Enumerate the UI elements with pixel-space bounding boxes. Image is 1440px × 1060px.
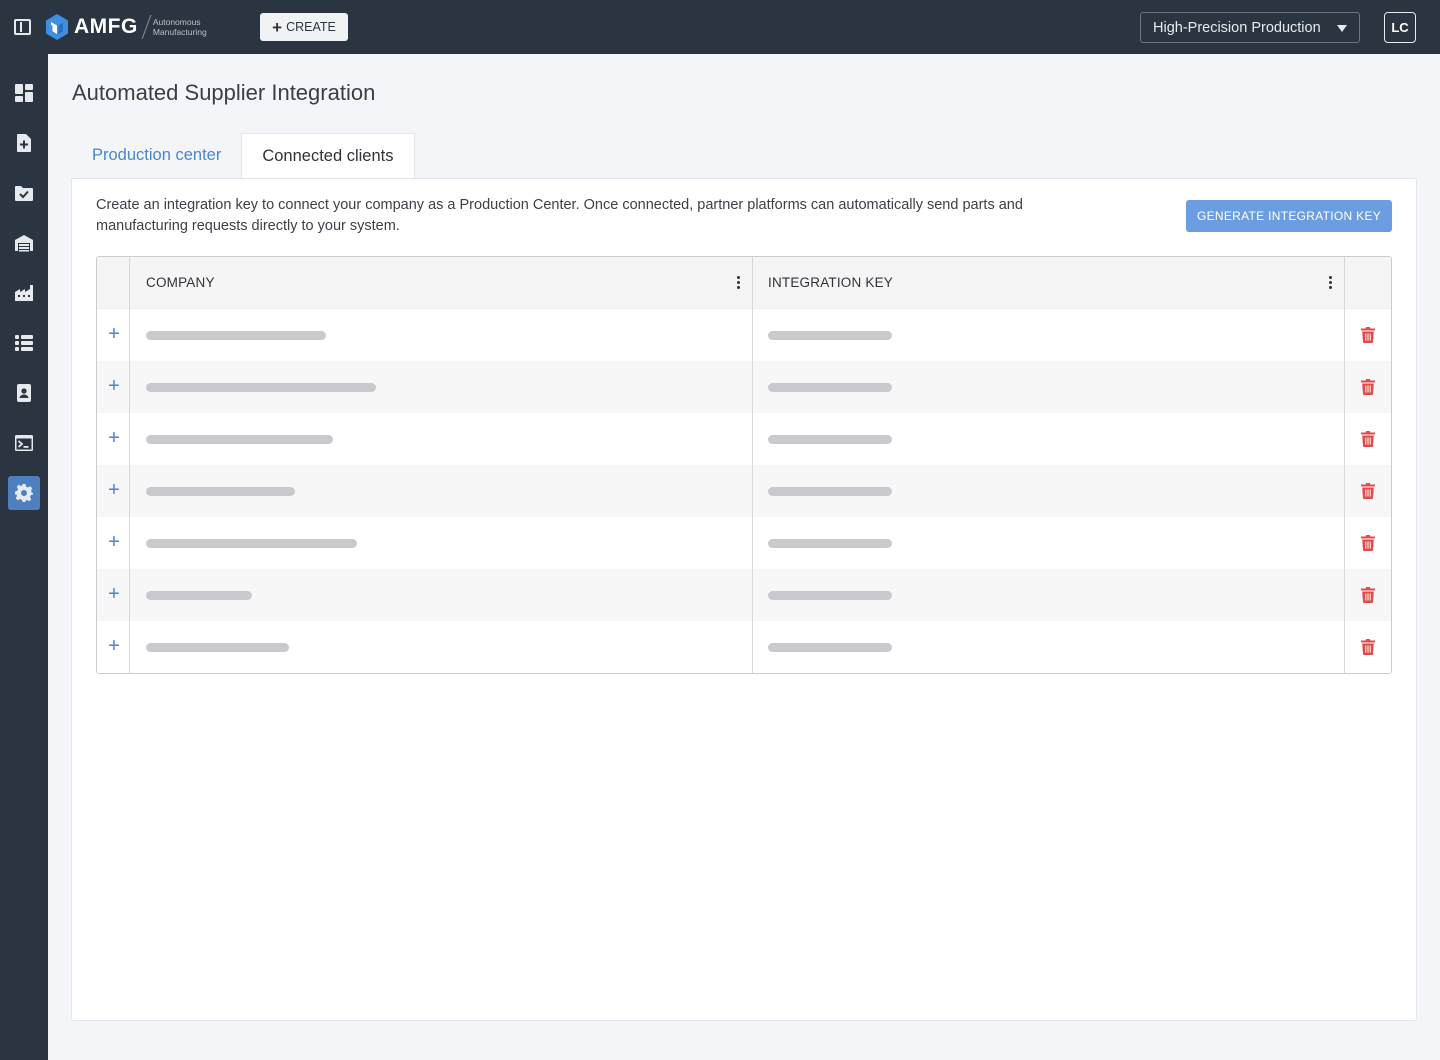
logo-subtitle: Autonomous Manufacturing [153,17,207,37]
clients-table: COMPANY INTEGRATION KEY + + + + + + + [96,256,1392,674]
integration-key-placeholder [768,643,892,652]
table-header: COMPANY INTEGRATION KEY [97,257,1391,309]
tab-connected-clients[interactable]: Connected clients [241,133,415,179]
sidebar-item-warehouse[interactable] [8,226,40,260]
top-bar: AMFG Autonomous Manufacturing + CREATE H… [0,0,1440,54]
company-placeholder [146,539,357,548]
dashboard-icon [15,84,33,102]
expand-row-icon[interactable]: + [105,636,123,656]
table-row[interactable]: + [97,465,1391,517]
production-center-value: High-Precision Production [1153,19,1321,36]
company-placeholder [146,643,289,652]
column-header-company[interactable]: COMPANY [146,275,215,290]
connected-clients-panel: Create an integration key to connect you… [71,178,1417,1021]
logo-subtitle-line2: Manufacturing [152,27,207,37]
column-header-integration-key[interactable]: INTEGRATION KEY [768,275,893,290]
create-button[interactable]: + CREATE [260,13,348,41]
list-icon [15,335,33,351]
sidebar-item-factory[interactable] [8,276,40,310]
column-divider [129,257,130,673]
delete-trash-icon[interactable] [1361,378,1375,395]
company-placeholder [146,591,252,600]
contacts-icon [17,384,31,402]
logo-subtitle-line1: Autonomous [152,17,201,27]
sidebar-item-contacts[interactable] [8,376,40,410]
sidebar-toggle-icon[interactable] [14,19,31,35]
integration-key-placeholder [768,487,892,496]
table-row[interactable]: + [97,517,1391,569]
column-divider [752,257,753,673]
integration-key-placeholder [768,331,892,340]
column-menu-company-icon[interactable] [737,276,741,290]
table-row[interactable]: + [97,413,1391,465]
sidebar [0,54,48,1060]
delete-trash-icon[interactable] [1361,534,1375,551]
sidebar-item-dashboard[interactable] [8,76,40,110]
company-placeholder [146,331,326,340]
expand-row-icon[interactable]: + [105,584,123,604]
expand-row-icon[interactable]: + [105,428,123,448]
amfg-logo-icon [46,14,68,40]
delete-trash-icon[interactable] [1361,326,1375,343]
approved-folder-icon [15,186,33,201]
table-row[interactable]: + [97,569,1391,621]
factory-icon [15,285,33,301]
company-placeholder [146,487,295,496]
page-title: Automated Supplier Integration [72,80,376,105]
table-row[interactable]: + [97,621,1391,673]
expand-row-icon[interactable]: + [105,480,123,500]
user-avatar[interactable]: LC [1384,12,1416,43]
sidebar-item-settings[interactable] [8,476,40,510]
delete-trash-icon[interactable] [1361,586,1375,603]
table-row[interactable]: + [97,361,1391,413]
warehouse-icon [15,235,33,252]
delete-trash-icon[interactable] [1361,638,1375,655]
terminal-icon [15,435,33,451]
column-divider [1344,257,1345,673]
company-placeholder [146,383,376,392]
create-label: CREATE [286,20,336,34]
logo-divider [141,15,152,39]
integration-key-placeholder [768,435,892,444]
expand-row-icon[interactable]: + [105,532,123,552]
production-center-select[interactable]: High-Precision Production [1140,12,1360,43]
integration-key-placeholder [768,383,892,392]
sidebar-item-new-request[interactable] [8,126,40,160]
generate-integration-key-button[interactable]: GENERATE INTEGRATION KEY [1186,200,1392,232]
logo-text: AMFG [74,15,138,38]
integration-key-placeholder [768,539,892,548]
settings-icon [15,484,33,502]
company-placeholder [146,435,333,444]
tab-bar: Production center Connected clients [72,133,415,179]
column-menu-integration-key-icon[interactable] [1329,276,1333,290]
new-document-icon [17,134,31,152]
sidebar-item-approved[interactable] [8,176,40,210]
integration-key-placeholder [768,591,892,600]
expand-row-icon[interactable]: + [105,324,123,344]
tab-production-center[interactable]: Production center [72,133,241,178]
logo[interactable]: AMFG Autonomous Manufacturing [46,14,207,40]
sidebar-item-list[interactable] [8,326,40,360]
sidebar-item-terminal[interactable] [8,426,40,460]
plus-icon: + [272,17,283,37]
caret-down-icon [1337,25,1347,32]
integration-description: Create an integration key to connect you… [96,197,1023,234]
table-row[interactable]: + [97,309,1391,361]
delete-trash-icon[interactable] [1361,482,1375,499]
delete-trash-icon[interactable] [1361,430,1375,447]
expand-row-icon[interactable]: + [105,376,123,396]
